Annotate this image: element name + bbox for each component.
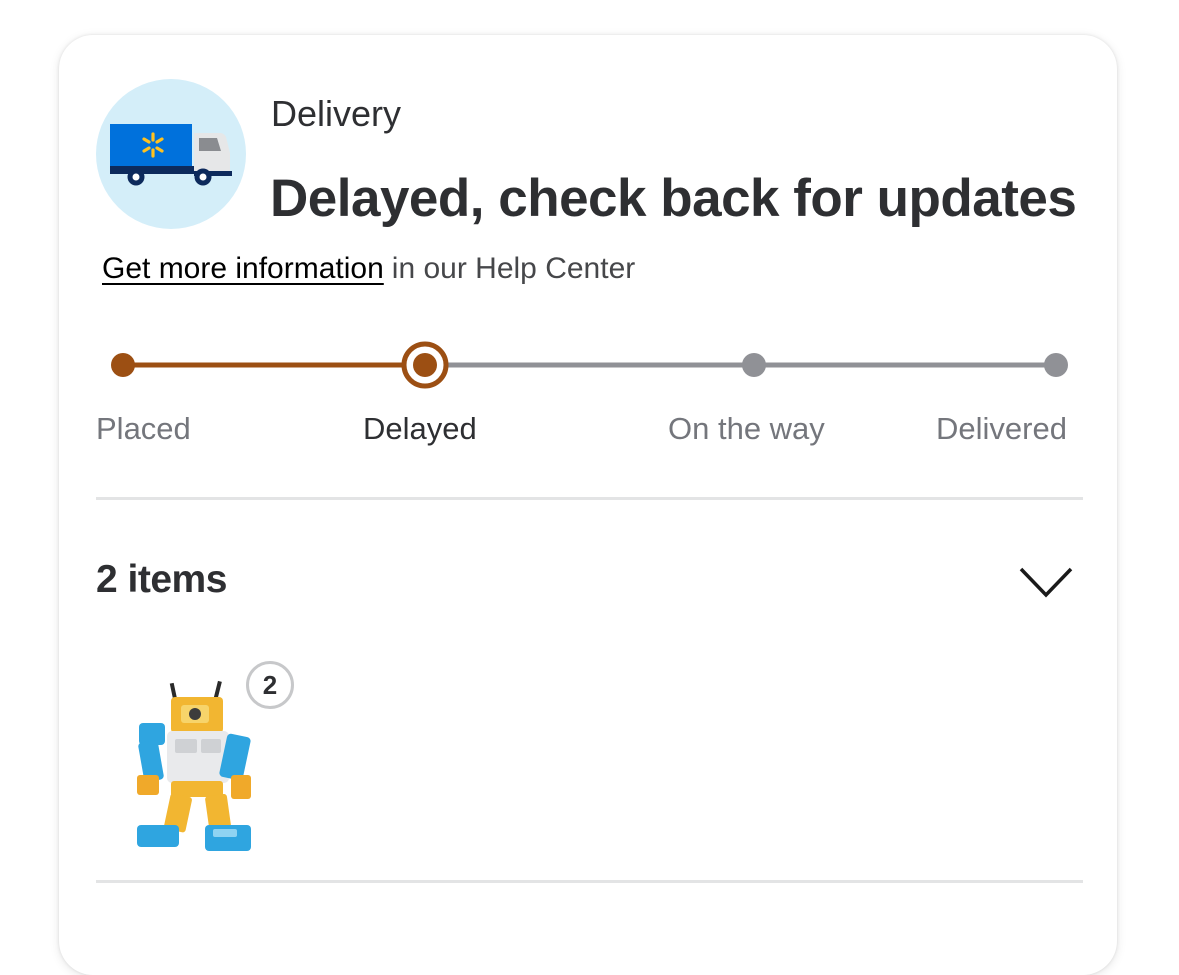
order-progress-tracker <box>111 341 1068 389</box>
delivery-status-card: Delivery Delayed, check back for updates… <box>59 35 1117 975</box>
step-label-delayed: Delayed <box>363 411 477 446</box>
step-label-placed: Placed <box>96 411 191 446</box>
step-dot-placed <box>111 353 135 377</box>
chevron-down-icon[interactable] <box>1017 563 1075 603</box>
quantity-badge: 2 <box>246 661 294 709</box>
section-divider <box>96 497 1083 500</box>
items-count-heading: 2 items <box>96 558 227 601</box>
step-label-delivered: Delivered <box>936 411 1067 446</box>
step-dot-on-the-way <box>742 353 766 377</box>
step-dot-delayed <box>413 353 437 377</box>
section-divider-bottom <box>96 880 1083 883</box>
robot-toy-image[interactable] <box>127 675 267 855</box>
step-label-on-the-way: On the way <box>668 411 825 446</box>
step-dot-delivered <box>1044 353 1068 377</box>
